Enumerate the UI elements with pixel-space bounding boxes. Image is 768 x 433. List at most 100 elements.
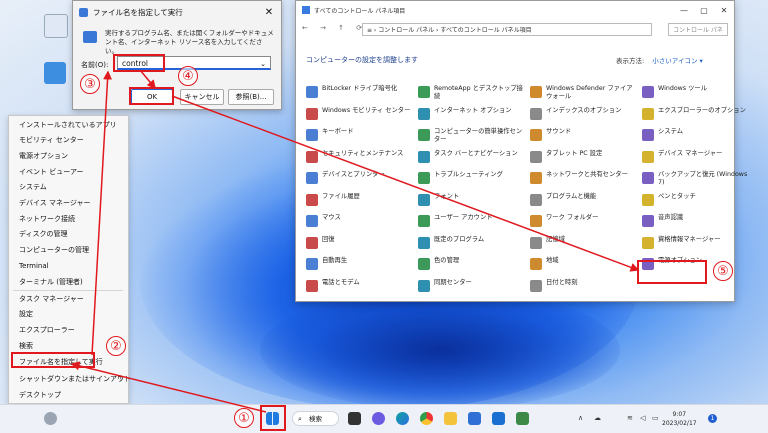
store-icon[interactable] xyxy=(468,412,481,425)
cp-item[interactable]: 電話とモデム xyxy=(306,279,414,292)
maximize-icon[interactable]: ▢ xyxy=(694,6,714,15)
cp-item[interactable]: 記憶域 xyxy=(530,236,638,249)
cancel-button[interactable]: キャンセル xyxy=(180,89,224,105)
cp-item[interactable]: ペンとタッチ xyxy=(642,193,750,206)
menu-item[interactable]: タスク マネージャー xyxy=(19,294,84,304)
cp-item[interactable]: バックアップと復元 (Windows 7) xyxy=(642,171,750,187)
cp-item[interactable]: BitLocker ドライブ暗号化 xyxy=(306,85,414,98)
browse-button[interactable]: 参照(B)... xyxy=(228,89,274,105)
desktop-app-icon[interactable] xyxy=(44,62,66,84)
menu-item[interactable]: コンピューターの管理 xyxy=(19,245,89,255)
cp-item[interactable]: プログラムと機能 xyxy=(530,193,638,206)
cp-item[interactable]: エクスプローラーのオプション xyxy=(642,107,750,120)
cp-item[interactable]: デバイスとプリンター xyxy=(306,171,414,184)
menu-item[interactable]: ディスクの管理 xyxy=(19,229,68,239)
cp-item[interactable]: 同期センター xyxy=(418,279,526,292)
cp-item[interactable]: ワーク フォルダー xyxy=(530,214,638,227)
cp-item[interactable]: 自動再生 xyxy=(306,257,414,270)
cp-item-icon xyxy=(642,150,654,163)
cp-item[interactable]: キーボード xyxy=(306,128,414,141)
menu-item[interactable]: 検索 xyxy=(19,341,33,351)
cp-item-icon xyxy=(530,86,542,98)
cp-item[interactable]: Windows モビリティ センター xyxy=(306,107,414,120)
nav-buttons[interactable]: ← → ↑ ⟳ xyxy=(302,24,367,32)
cp-item-icon xyxy=(530,215,542,227)
cp-item[interactable]: Windows Defender ファイアウォール xyxy=(530,85,638,101)
network-icon[interactable]: ≋ xyxy=(627,414,633,422)
onedrive-icon[interactable]: ☁ xyxy=(594,414,601,422)
cp-item-label: ワーク フォルダー xyxy=(546,214,599,221)
menu-item[interactable]: モビリティ センター xyxy=(19,135,84,145)
cp-item[interactable]: 日付と時刻 xyxy=(530,279,638,292)
chrome-icon[interactable] xyxy=(420,412,433,425)
notification-badge[interactable]: 1 xyxy=(708,414,717,423)
close-icon[interactable]: ✕ xyxy=(714,6,734,15)
cp-item[interactable]: 既定のプログラム xyxy=(418,236,526,249)
menu-item[interactable]: システム xyxy=(19,182,47,192)
battery-icon[interactable]: ▭ xyxy=(652,414,659,422)
cp-item[interactable]: インデックスのオプション xyxy=(530,107,638,120)
control-panel-icon xyxy=(302,6,310,14)
cp-item[interactable]: 音声認識 xyxy=(642,214,750,227)
run-titlebar[interactable]: ファイル名を指定して実行 ✕ xyxy=(73,1,281,23)
cp-item[interactable]: システム xyxy=(642,128,750,141)
cp-item[interactable]: 回復 xyxy=(306,236,414,249)
recycle-bin-icon[interactable] xyxy=(44,14,68,38)
cp-item[interactable]: 色の管理 xyxy=(418,257,526,270)
menu-item[interactable]: イベント ビューアー xyxy=(19,167,84,177)
mail-icon[interactable] xyxy=(492,412,505,425)
cp-item[interactable]: サウンド xyxy=(530,128,638,141)
control-panel-taskbar-icon[interactable] xyxy=(516,412,529,425)
menu-item[interactable]: シャットダウンまたはサインアウト xyxy=(19,374,131,384)
chevron-down-icon[interactable]: ⌄ xyxy=(260,57,266,71)
chat-icon[interactable] xyxy=(372,412,385,425)
cp-search-input[interactable]: コントロール パネ xyxy=(668,23,728,36)
cp-item-icon xyxy=(306,215,318,227)
taskbar-search[interactable]: ⌕ 検索 xyxy=(292,411,339,426)
cp-item[interactable]: Windows ツール xyxy=(642,85,750,98)
menu-item[interactable]: デスクトップ xyxy=(19,390,61,400)
cp-item[interactable]: デバイス マネージャー xyxy=(642,150,750,163)
cp-item-label: コンピューターの簡単操作センター xyxy=(434,128,523,143)
view-by-dropdown[interactable]: 小さいアイコン ▾ xyxy=(652,57,703,65)
menu-item[interactable]: エクスプローラー xyxy=(19,325,75,335)
cp-item-label: 記憶域 xyxy=(546,235,565,243)
menu-item[interactable]: インストールされているアプリ xyxy=(19,120,117,130)
menu-item[interactable]: ネットワーク接続 xyxy=(19,214,75,224)
address-bar[interactable]: ≡ › コントロール パネル › すべてのコントロール パネル項目 xyxy=(362,23,652,36)
cp-item[interactable]: セキュリティとメンテナンス xyxy=(306,150,414,163)
cp-item[interactable]: タスク バーとナビゲーション xyxy=(418,150,526,163)
cp-item[interactable]: ユーザー アカウント xyxy=(418,214,526,227)
menu-item[interactable]: ターミナル (管理者) xyxy=(19,277,83,287)
cp-item[interactable]: タブレット PC 設定 xyxy=(530,150,638,163)
cp-titlebar[interactable]: すべてのコントロール パネル項目 — ▢ ✕ xyxy=(296,1,734,19)
cp-item[interactable]: 資格情報マネージャー xyxy=(642,236,750,249)
edge-icon[interactable] xyxy=(396,412,409,425)
chevron-up-icon[interactable]: ∧ xyxy=(578,414,583,422)
menu-item[interactable]: 電源オプション xyxy=(19,151,68,161)
minimize-icon[interactable]: — xyxy=(674,6,694,15)
cp-item[interactable]: コンピューターの簡単操作センター xyxy=(418,128,526,144)
cp-item-icon xyxy=(306,86,318,98)
cp-item[interactable]: ネットワークと共有センター xyxy=(530,171,638,184)
menu-item[interactable]: 設定 xyxy=(19,309,33,319)
close-icon[interactable]: ✕ xyxy=(257,7,281,18)
cp-item[interactable]: ファイル履歴 xyxy=(306,193,414,206)
cp-item[interactable]: マウス xyxy=(306,214,414,227)
view-by-label: 表示方法: xyxy=(616,57,645,65)
cp-item[interactable]: RemoteApp とデスクトップ接続 xyxy=(418,85,526,101)
cp-item[interactable]: 地域 xyxy=(530,257,638,270)
cp-item-icon xyxy=(418,86,430,98)
file-explorer-icon[interactable] xyxy=(444,412,457,425)
cp-item[interactable]: トラブルシューティング xyxy=(418,171,526,184)
cp-item-label: デバイスとプリンター xyxy=(322,171,385,178)
menu-item[interactable]: Terminal xyxy=(19,261,49,271)
widgets-icon[interactable] xyxy=(44,412,57,425)
step-3: ③ xyxy=(80,74,100,94)
cp-item[interactable]: フォント xyxy=(418,193,526,206)
task-view-icon[interactable] xyxy=(348,412,361,425)
volume-icon[interactable]: ◁ xyxy=(640,414,645,422)
menu-item[interactable]: デバイス マネージャー xyxy=(19,198,91,208)
cp-item[interactable]: インターネット オプション xyxy=(418,107,526,120)
clock[interactable]: 9:07 2023/02/17 xyxy=(662,410,697,428)
